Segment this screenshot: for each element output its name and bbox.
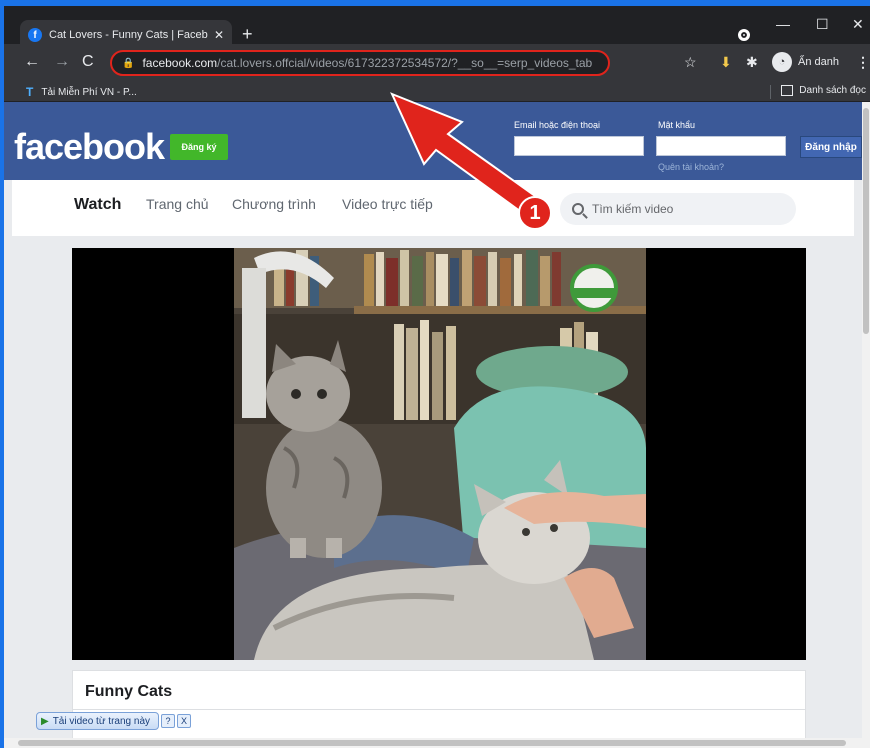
address-bar[interactable]: 🔒 facebook.com/cat.lovers.offcial/videos… bbox=[110, 50, 610, 76]
tab-live-video[interactable]: Video trực tiếp bbox=[342, 196, 433, 212]
reading-list-label: Danh sách đọc bbox=[799, 85, 866, 96]
scrollbar-thumb[interactable] bbox=[863, 108, 869, 334]
card-divider bbox=[73, 709, 805, 710]
signup-button[interactable]: Đăng ký bbox=[170, 134, 228, 160]
incognito-label: Ẩn danh bbox=[798, 56, 839, 68]
tab-watch[interactable]: Watch bbox=[74, 196, 121, 214]
reload-icon[interactable]: C bbox=[82, 53, 94, 71]
email-field[interactable] bbox=[514, 136, 644, 156]
password-field[interactable] bbox=[656, 136, 786, 156]
video-thumbnail-image bbox=[234, 248, 646, 660]
bookmark-star-icon[interactable]: ☆ bbox=[684, 54, 697, 71]
email-label: Email hoặc điện thoại bbox=[514, 120, 601, 130]
forgot-account-link[interactable]: Quên tài khoản? bbox=[658, 162, 724, 172]
video-player[interactable] bbox=[72, 248, 806, 660]
reading-list-button[interactable]: Danh sách đọc bbox=[781, 85, 866, 96]
bookmark-item[interactable]: T Tải Miễn Phí VN - P... bbox=[26, 85, 137, 99]
new-tab-button[interactable]: + bbox=[242, 24, 253, 45]
close-tab-icon[interactable]: ✕ bbox=[214, 28, 224, 42]
tab-shows[interactable]: Chương trình bbox=[232, 196, 316, 212]
video-search-input[interactable]: Tìm kiếm video bbox=[560, 193, 796, 225]
horizontal-scrollbar[interactable] bbox=[4, 738, 870, 748]
downloader-bar: ▶ Tải video từ trang này ? X bbox=[36, 712, 192, 730]
step-badge: 1 bbox=[518, 196, 552, 230]
bookmark-favicon-icon: T bbox=[26, 85, 34, 99]
url-host: facebook.com bbox=[142, 56, 218, 70]
bookmarks-divider bbox=[770, 85, 771, 99]
password-label: Mật khẩu bbox=[658, 120, 696, 130]
login-button[interactable]: Đăng nhập bbox=[800, 136, 862, 158]
play-icon: ▶ bbox=[41, 715, 49, 727]
download-video-button[interactable]: ▶ Tải video từ trang này bbox=[36, 712, 160, 730]
page-viewport: facebook Đăng ký Email hoặc điện thoại M… bbox=[4, 102, 862, 738]
back-icon[interactable]: ← bbox=[24, 53, 40, 71]
forward-icon[interactable]: → bbox=[54, 53, 70, 71]
facebook-header: facebook Đăng ký Email hoặc điện thoại M… bbox=[4, 102, 862, 180]
close-downloader-icon[interactable]: X bbox=[177, 714, 192, 728]
help-icon[interactable]: ? bbox=[161, 714, 176, 728]
incognito-indicator[interactable]: ◔ Ẩn danh bbox=[772, 52, 839, 72]
extensions-puzzle-icon[interactable]: ✱ bbox=[746, 54, 758, 71]
bookmarks-bar: T Tải Miễn Phí VN - P... Danh sách đọc bbox=[4, 82, 870, 102]
maximize-icon[interactable]: ☐ bbox=[816, 16, 829, 33]
download-label: Tải video từ trang này bbox=[52, 715, 151, 727]
media-indicator-icon[interactable] bbox=[738, 29, 750, 41]
scrollbar-thumb-horizontal[interactable] bbox=[18, 740, 846, 746]
tab-home[interactable]: Trang chủ bbox=[146, 196, 209, 212]
search-icon bbox=[572, 203, 584, 215]
bookmark-label: Tải Miễn Phí VN - P... bbox=[41, 86, 137, 98]
video-frame[interactable] bbox=[234, 248, 646, 660]
browser-toolbar: ← → C 🔒 facebook.com/cat.lovers.offcial/… bbox=[4, 44, 870, 82]
url-path: /cat.lovers.offcial/videos/6173223725345… bbox=[217, 56, 593, 70]
reading-list-icon bbox=[781, 85, 794, 96]
search-placeholder: Tìm kiếm video bbox=[592, 202, 674, 216]
tab-title: Cat Lovers - Funny Cats | Facebo bbox=[49, 29, 208, 41]
facebook-favicon-icon: f bbox=[28, 28, 42, 42]
tab-strip: f Cat Lovers - Funny Cats | Facebo ✕ + —… bbox=[4, 0, 870, 50]
vertical-scrollbar[interactable] bbox=[862, 102, 870, 738]
watch-nav-bar: Watch Trang chủ Chương trình Video trực … bbox=[12, 180, 854, 236]
facebook-logo[interactable]: facebook bbox=[14, 126, 165, 168]
incognito-icon: ◔ bbox=[772, 52, 792, 72]
lock-icon: 🔒 bbox=[122, 57, 135, 69]
video-title[interactable]: Funny Cats bbox=[85, 683, 172, 701]
extension-download-icon[interactable]: ⬇ bbox=[720, 54, 732, 71]
close-window-icon[interactable]: ✕ bbox=[852, 16, 864, 33]
minimize-icon[interactable]: — bbox=[776, 16, 790, 32]
menu-dots-icon[interactable]: ⋮ bbox=[856, 54, 870, 71]
